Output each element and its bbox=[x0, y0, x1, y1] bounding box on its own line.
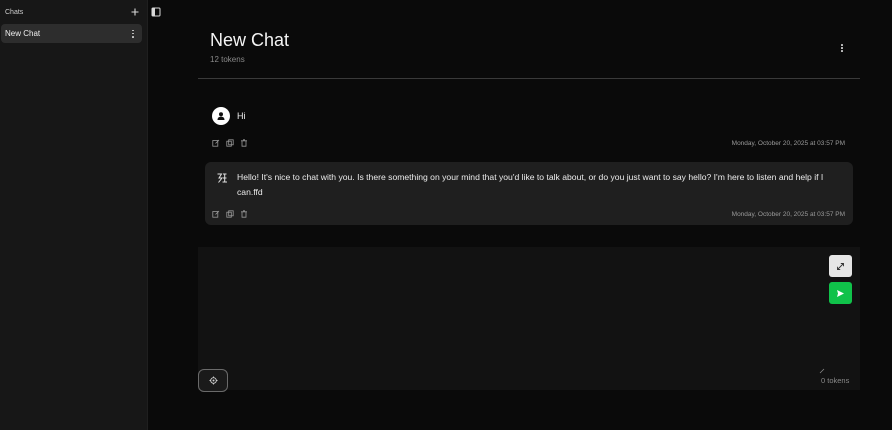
user-message-text: Hi bbox=[237, 111, 246, 121]
person-icon bbox=[212, 107, 230, 125]
sidebar-item-new-chat[interactable]: New Chat bbox=[1, 24, 142, 43]
send-button[interactable] bbox=[829, 282, 852, 304]
trash-icon[interactable] bbox=[240, 139, 248, 147]
assistant-message-text: Hello! It's nice to chat with you. Is th… bbox=[237, 172, 824, 197]
settings-button[interactable] bbox=[198, 369, 228, 392]
sidebar-header: Chats bbox=[5, 6, 140, 18]
user-message-actions bbox=[212, 139, 248, 147]
expand-arrows-icon bbox=[837, 262, 844, 270]
page-title: New Chat bbox=[210, 30, 290, 50]
message-input[interactable] bbox=[198, 247, 860, 390]
chat-options-icon[interactable] bbox=[839, 43, 845, 53]
send-icon bbox=[837, 289, 844, 297]
more-options-icon[interactable] bbox=[130, 29, 136, 39]
ai-logo-icon bbox=[216, 171, 228, 183]
edit-icon[interactable] bbox=[212, 210, 220, 218]
copy-icon[interactable] bbox=[226, 210, 234, 218]
sidebar-panel-icon[interactable] bbox=[151, 4, 161, 17]
trash-icon[interactable] bbox=[240, 210, 248, 218]
assistant-message-timestamp: Monday, October 20, 2025 at 03:57 PM bbox=[731, 211, 845, 218]
assistant-message-actions bbox=[212, 210, 248, 218]
gear-icon bbox=[209, 376, 217, 385]
header-divider bbox=[198, 78, 860, 79]
user-message-timestamp: Monday, October 20, 2025 at 03:57 PM bbox=[731, 140, 845, 147]
sidebar: Chats New Chat bbox=[0, 0, 148, 430]
edit-icon[interactable] bbox=[212, 139, 220, 147]
token-count: 12 tokens bbox=[210, 55, 245, 64]
copy-icon[interactable] bbox=[226, 139, 234, 147]
sidebar-title: Chats bbox=[5, 8, 24, 16]
composer-token-count: 0 tokens bbox=[821, 376, 850, 385]
expand-button[interactable] bbox=[829, 255, 852, 277]
plus-icon[interactable] bbox=[130, 7, 140, 17]
sidebar-item-label: New Chat bbox=[5, 29, 41, 38]
resize-handle-icon[interactable] bbox=[819, 361, 825, 374]
